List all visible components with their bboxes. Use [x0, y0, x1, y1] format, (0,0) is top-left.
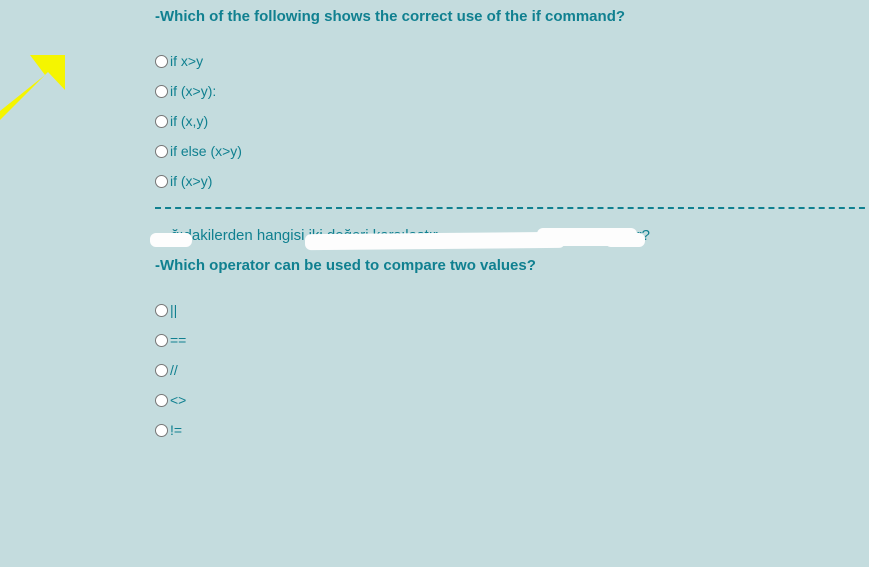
- quiz-content: -Which of the following shows the correc…: [0, 0, 869, 438]
- q1-radio-2[interactable]: [155, 115, 168, 128]
- q1-option[interactable]: if (x>y): [155, 173, 869, 189]
- q1-option[interactable]: if (x>y):: [155, 83, 869, 99]
- q1-option-label: if (x,y): [170, 113, 208, 129]
- q2-option[interactable]: //: [155, 362, 869, 378]
- q2-option-label: <>: [170, 392, 186, 408]
- q1-option-label: if x>y: [170, 53, 203, 69]
- q2-option-label: !=: [170, 422, 182, 438]
- q1-radio-0[interactable]: [155, 55, 168, 68]
- whiteout-mark: [150, 233, 192, 247]
- q1-option-label: if else (x>y): [170, 143, 242, 159]
- q2-option-label: ==: [170, 332, 186, 348]
- q1-radio-3[interactable]: [155, 145, 168, 158]
- whiteout-mark: [605, 233, 645, 247]
- obscured-turkish-line: - ğıdakilerden hangisi iki değeri karşıl…: [155, 227, 869, 251]
- question-1-options: if x>y if (x>y): if (x,y) if else (x>y) …: [155, 53, 869, 189]
- q1-radio-4[interactable]: [155, 175, 168, 188]
- q1-option[interactable]: if (x,y): [155, 113, 869, 129]
- question-2-options: || == // <> !=: [155, 302, 869, 438]
- q2-radio-2[interactable]: [155, 364, 168, 377]
- q2-option[interactable]: ||: [155, 302, 869, 318]
- q2-option[interactable]: !=: [155, 422, 869, 438]
- question-2-prompt: -Which operator can be used to compare t…: [155, 257, 869, 274]
- q1-option-label: if (x>y): [170, 173, 212, 189]
- whiteout-mark: [305, 232, 565, 250]
- q1-radio-1[interactable]: [155, 85, 168, 98]
- q1-option[interactable]: if else (x>y): [155, 143, 869, 159]
- q1-option-label: if (x>y):: [170, 83, 216, 99]
- q2-radio-4[interactable]: [155, 424, 168, 437]
- q2-option-label: //: [170, 362, 178, 378]
- q2-radio-1[interactable]: [155, 334, 168, 347]
- q2-radio-3[interactable]: [155, 394, 168, 407]
- question-divider: [155, 207, 869, 209]
- q2-option[interactable]: <>: [155, 392, 869, 408]
- q2-option-label: ||: [170, 302, 177, 318]
- q2-option[interactable]: ==: [155, 332, 869, 348]
- q2-radio-0[interactable]: [155, 304, 168, 317]
- q1-option[interactable]: if x>y: [155, 53, 869, 69]
- question-1-prompt: -Which of the following shows the correc…: [155, 8, 869, 25]
